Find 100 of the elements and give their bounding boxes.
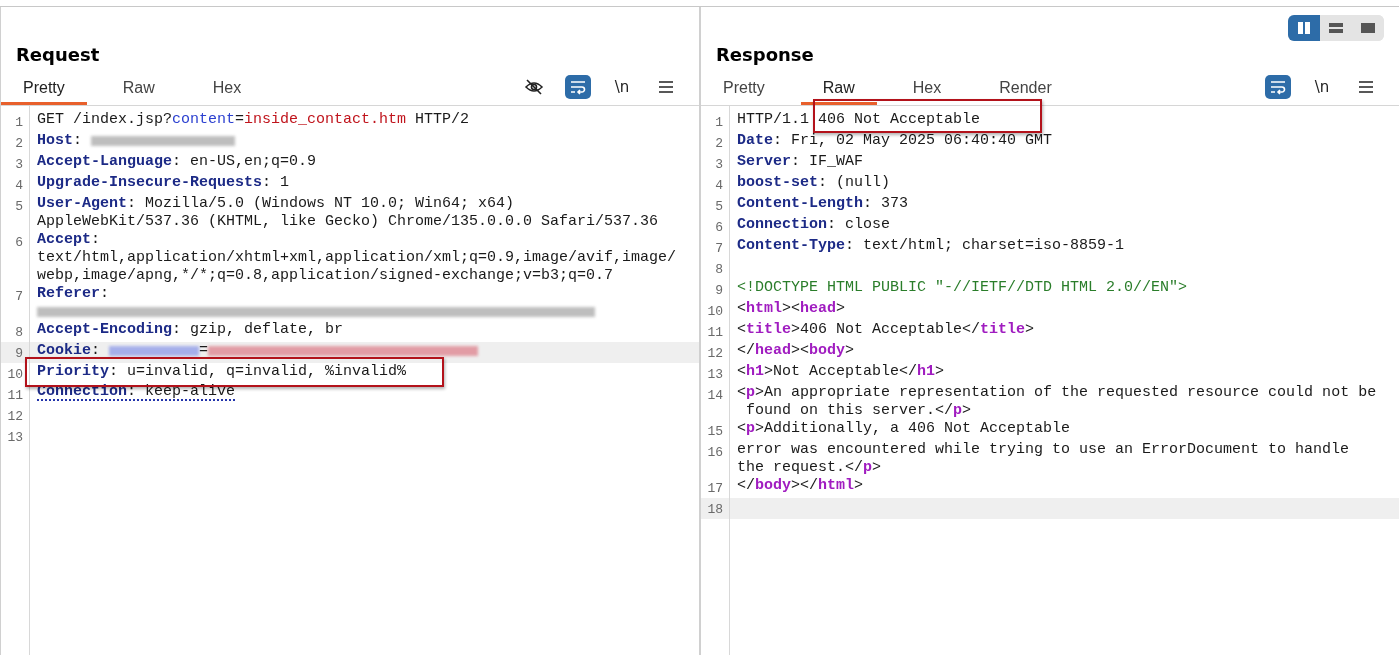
- html-tag: title: [980, 321, 1026, 339]
- code-text: >406 Not Acceptable</: [791, 321, 981, 339]
- layout-button[interactable]: [1288, 15, 1320, 41]
- header-name: Cookie: [37, 342, 91, 360]
- code-text: : IF_WAF: [791, 153, 864, 171]
- line-number: 8: [14, 324, 24, 342]
- header-name: boost-set: [737, 174, 818, 192]
- tab[interactable]: Raw: [100, 75, 177, 105]
- code-text: text/html,application/xhtml+xml,application/xml;q=0.9,image/avif,image/: [37, 249, 677, 267]
- single-pane-icon: [1361, 22, 1375, 34]
- code-text: 406 Not Acceptable: [818, 111, 981, 129]
- code-text: : close: [827, 216, 891, 234]
- wrap-toggle[interactable]: [1265, 75, 1291, 99]
- columns-icon: [1297, 22, 1311, 34]
- line-number: 7: [714, 240, 724, 258]
- html-tag: title: [746, 321, 792, 339]
- code-text: </: [737, 342, 755, 360]
- param-value: inside_contact.htm: [244, 111, 407, 129]
- header-name: User-Agent: [37, 195, 127, 213]
- header-name: Content-Type: [737, 237, 846, 255]
- line-number: 17: [706, 480, 724, 498]
- code-text: : gzip, deflate, br: [172, 321, 344, 339]
- header-name: Accept: [37, 231, 91, 249]
- line-number: 18: [706, 501, 724, 519]
- html-tag: h1: [917, 363, 936, 381]
- header-name: Host: [37, 132, 73, 150]
- line-number: 11: [6, 387, 24, 405]
- line-number: 13: [706, 366, 724, 384]
- code-text: >Additionally, a 406 Not Acceptable: [755, 420, 1071, 438]
- html-tag: head: [800, 300, 837, 318]
- line-number: 12: [706, 345, 724, 363]
- code-text: </: [737, 477, 755, 495]
- code-text: >Not Acceptable</: [764, 363, 918, 381]
- code-text: <: [737, 300, 746, 318]
- line-number: 4: [14, 177, 24, 195]
- line-number: 13: [6, 429, 24, 447]
- header-name: Server: [737, 153, 791, 171]
- hidden-eye-icon: [524, 78, 544, 96]
- line-number: 6: [14, 234, 24, 252]
- code-text: :: [73, 132, 84, 150]
- code-text: : Fri, 02 May 2025 06:40:40 GMT: [773, 132, 1053, 150]
- code-text: <: [737, 321, 746, 339]
- html-tag: head: [755, 342, 792, 360]
- line-number: 1: [714, 114, 724, 132]
- header-name: Accept-Encoding: [37, 321, 173, 339]
- code-text: : keep-alive: [127, 385, 236, 399]
- code-text: : 373: [863, 195, 909, 213]
- code-text: the request.</: [737, 459, 864, 477]
- code-text: =: [235, 111, 245, 129]
- tab[interactable]: Hex: [190, 75, 264, 105]
- code-text: found on this server.</: [746, 402, 954, 420]
- code-text: ><: [791, 342, 810, 360]
- newline-toggle[interactable]: \n: [609, 75, 635, 99]
- tab[interactable]: Render: [977, 75, 1074, 105]
- code-text: : en-US,en;q=0.9: [172, 153, 317, 171]
- code-text: error was encountered while trying to use an ErrorDocument to handle: [737, 441, 1350, 459]
- line-number: 16: [706, 444, 724, 462]
- doctype-text: <!DOCTYPE HTML PUBLIC "-//IETF//DTD HTML 2.0//EN">: [737, 279, 1188, 297]
- code-text: <: [737, 363, 746, 381]
- code-text: :: [91, 231, 101, 249]
- line-number: 1: [14, 114, 24, 132]
- line-number: 3: [714, 156, 724, 174]
- line-number: 3: [14, 156, 24, 174]
- menu-icon: [1358, 80, 1374, 94]
- html-tag: body: [809, 342, 846, 360]
- line-number: 8: [714, 261, 724, 279]
- line-number: 5: [14, 198, 24, 216]
- line-number: 5: [714, 198, 724, 216]
- code-text: <: [737, 384, 746, 402]
- wrap-icon: [569, 79, 587, 95]
- code-text: >: [872, 459, 882, 477]
- header-name: Date: [737, 132, 773, 150]
- line-number: 2: [714, 135, 724, 153]
- header-name: Referer: [37, 285, 100, 303]
- panel-title: Request: [15, 44, 101, 65]
- code-text: >: [962, 402, 972, 420]
- code-text: : Mozilla/5.0 (Windows NT 10.0; Win64; x64): [127, 195, 515, 213]
- line-number: 7: [14, 288, 24, 306]
- html-tag: p: [863, 459, 873, 477]
- header-name: Upgrade-Insecure-Requests: [37, 174, 263, 192]
- code-text: :: [91, 342, 102, 360]
- tab[interactable]: Hex: [890, 75, 964, 105]
- tab[interactable]: Pretty: [701, 75, 787, 105]
- code-text: >: [854, 477, 864, 495]
- html-tag: html: [746, 300, 783, 318]
- html-tag: body: [755, 477, 792, 495]
- tab[interactable]: Raw: [800, 75, 877, 105]
- wrap-toggle[interactable]: [565, 75, 591, 99]
- code-text: webp,image/apng,*/*;q=0.8,application/signed-exchange;v=b3;q=0.7: [37, 267, 614, 285]
- tab[interactable]: Pretty: [1, 75, 87, 105]
- code-text: >: [836, 300, 846, 318]
- newline-toggle[interactable]: \n: [1309, 75, 1335, 99]
- code-text: >: [845, 342, 855, 360]
- line-number: 9: [714, 282, 724, 300]
- rows-icon: [1329, 22, 1343, 34]
- html-tag: h1: [746, 363, 765, 381]
- code-text: HTTP/2: [414, 111, 470, 129]
- code-text: ><: [782, 300, 801, 318]
- code-text: >: [1025, 321, 1035, 339]
- wrap-icon: [1269, 79, 1287, 95]
